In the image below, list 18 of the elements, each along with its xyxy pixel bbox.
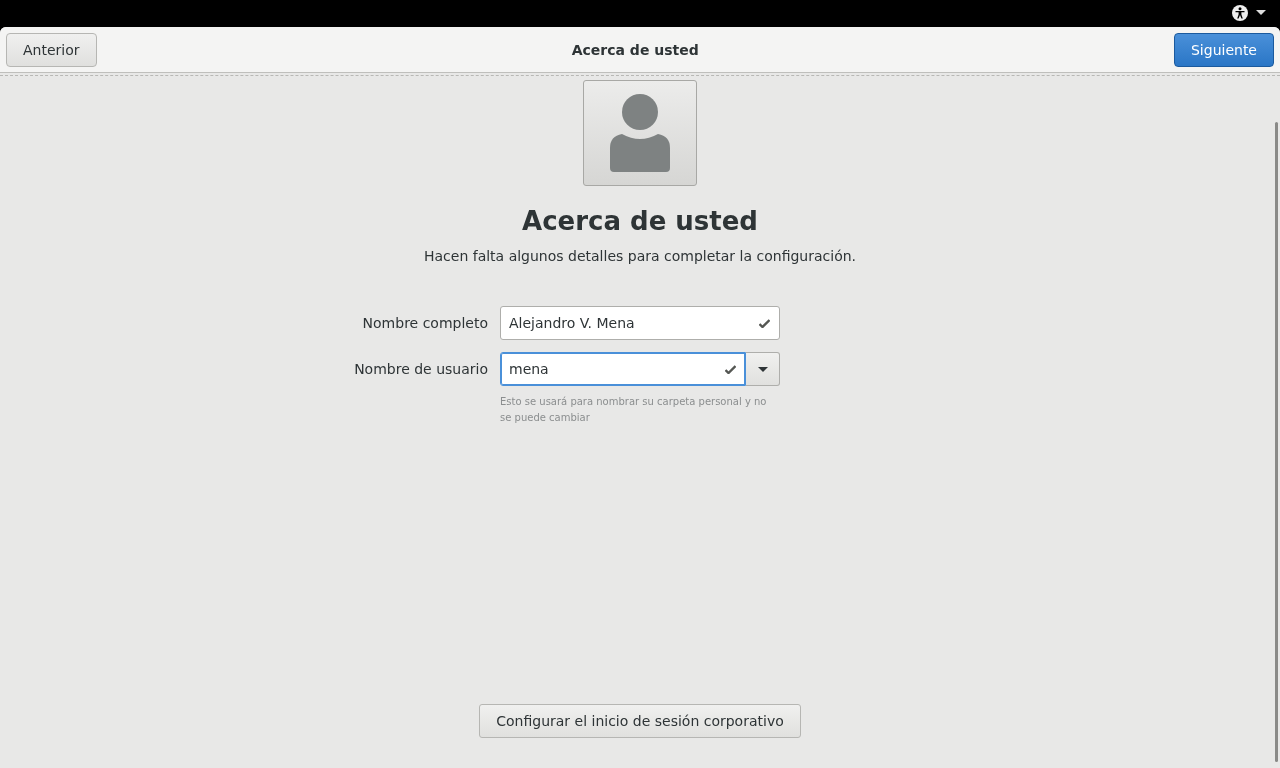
field-label: Nombre de usuario — [353, 361, 488, 377]
text-field[interactable]: mena — [500, 352, 746, 386]
back-button[interactable]: Anterior — [6, 32, 97, 67]
user-silhouette-icon — [610, 94, 670, 172]
caret-icon — [757, 366, 768, 372]
dropdown-button[interactable] — [746, 352, 780, 386]
field-label: Nombre completo — [361, 315, 488, 331]
accessibility-icon[interactable] — [1232, 5, 1248, 21]
text-field[interactable]: Alejandro V. Mena — [500, 306, 780, 340]
scrollbar[interactable] — [1275, 122, 1278, 762]
page-heading: Acerca de usted — [522, 206, 758, 236]
header-title: Acerca de usted — [571, 41, 699, 58]
page-subtitle: Hacen falta algunos detalles para completar la configuración. — [424, 248, 856, 264]
enterprise-login-button[interactable]: Configurar el inicio de sesión corporativo — [479, 704, 801, 738]
hint-text: Esto se usará para nombrar su carpeta personal y no se puede cambiar — [500, 395, 768, 425]
caret-icon[interactable] — [1256, 10, 1266, 16]
avatar-button[interactable] — [583, 80, 697, 186]
next-button[interactable]: Siguiente — [1173, 32, 1274, 67]
